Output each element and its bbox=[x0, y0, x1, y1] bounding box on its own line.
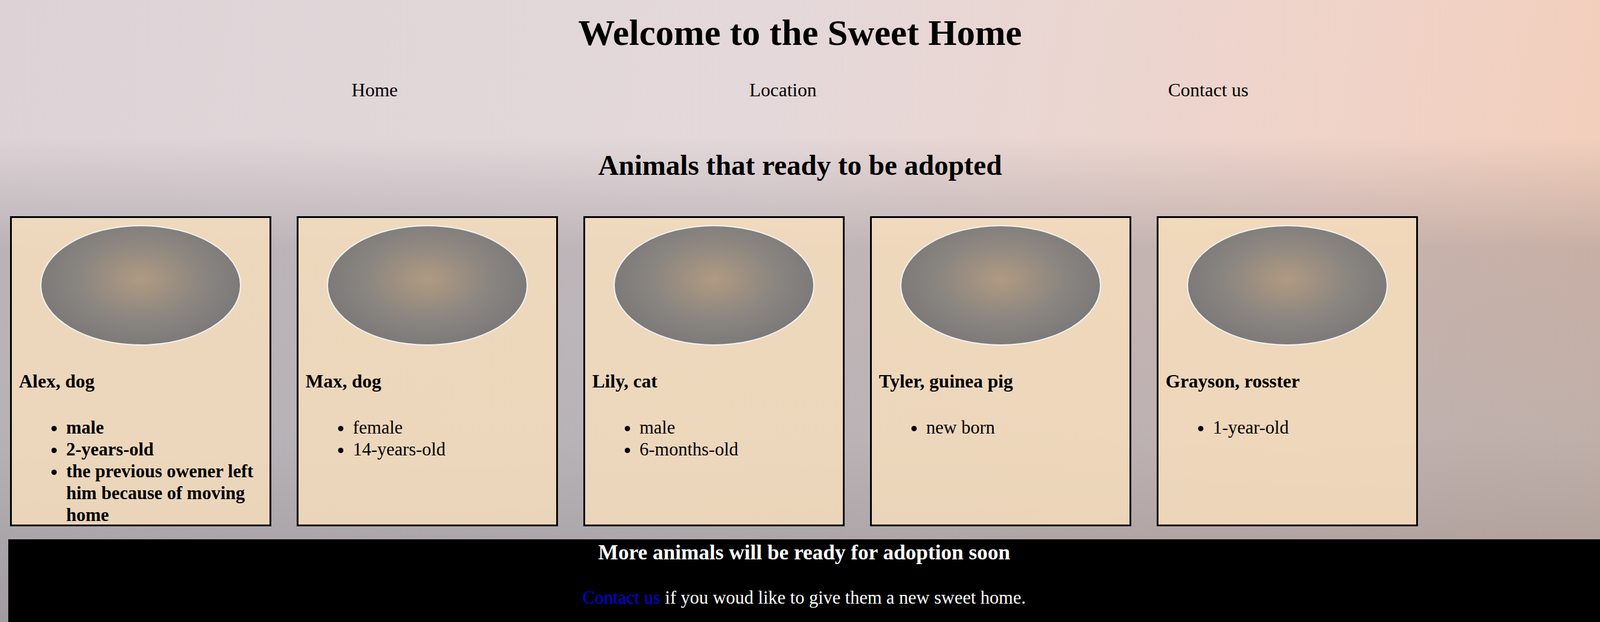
animal-card: Max, dog female14-years-old bbox=[296, 216, 558, 527]
animal-fact: female bbox=[352, 416, 550, 439]
animal-photo bbox=[326, 225, 528, 346]
animal-fact: new born bbox=[926, 416, 1123, 439]
animal-card: Alex, dog male2-years-oldthe previous owe… bbox=[10, 216, 272, 527]
footer: More animals will be ready for adoption … bbox=[8, 539, 1600, 622]
animal-fact: 14-years-old bbox=[352, 438, 550, 461]
animal-card: Lily, cat male6-months-old bbox=[583, 216, 845, 527]
footer-title: More animals will be ready for adoption … bbox=[8, 539, 1600, 566]
animal-fact: 1-year-old bbox=[1212, 416, 1410, 439]
footer-text: Contact us if you woud like to give them… bbox=[8, 586, 1600, 616]
animal-name: Tyler, guinea pig bbox=[878, 369, 1123, 394]
animal-fact: male bbox=[66, 416, 263, 439]
animal-fact: the previous owener left him because of … bbox=[66, 460, 263, 527]
animal-card: Tyler, guinea pig new born bbox=[870, 216, 1132, 527]
page: Welcome to the Sweet Home Home Location Con… bbox=[0, 0, 1600, 622]
animal-facts: male2-years-oldthe previous owener left … bbox=[18, 416, 263, 527]
nav-item[interactable]: Location bbox=[749, 78, 817, 102]
animal-card: Grayson, rosster 1-year-old bbox=[1156, 216, 1418, 527]
animal-fact: 2-years-old bbox=[66, 438, 263, 461]
animal-name: Lily, cat bbox=[592, 369, 836, 394]
animal-photo bbox=[1186, 225, 1388, 346]
animal-photo bbox=[40, 225, 242, 346]
animal-fact: 6-months-old bbox=[639, 438, 836, 461]
section-title: Animals that ready to be adopted bbox=[0, 148, 1600, 183]
nav-item[interactable]: Home bbox=[351, 78, 398, 102]
animal-photo bbox=[900, 225, 1102, 346]
page-title: Welcome to the Sweet Home bbox=[0, 0, 1600, 55]
contact-link[interactable]: Contact us bbox=[582, 587, 661, 609]
animal-fact: male bbox=[639, 416, 836, 439]
animal-facts: female14-years-old bbox=[305, 416, 550, 461]
animal-name: Max, dog bbox=[305, 369, 550, 394]
animal-facts: 1-year-old bbox=[1165, 416, 1410, 439]
animal-name: Grayson, rosster bbox=[1165, 369, 1410, 394]
nav-bar: Home Location Contact us bbox=[0, 78, 1600, 102]
animal-photo bbox=[613, 225, 815, 346]
animal-facts: new born bbox=[878, 416, 1123, 439]
nav-item[interactable]: Contact us bbox=[1167, 78, 1249, 102]
animal-facts: male6-months-old bbox=[592, 416, 836, 461]
animal-name: Alex, dog bbox=[18, 369, 263, 394]
card-row: Alex, dogmale2-years-oldthe previous owe… bbox=[0, 216, 1600, 527]
